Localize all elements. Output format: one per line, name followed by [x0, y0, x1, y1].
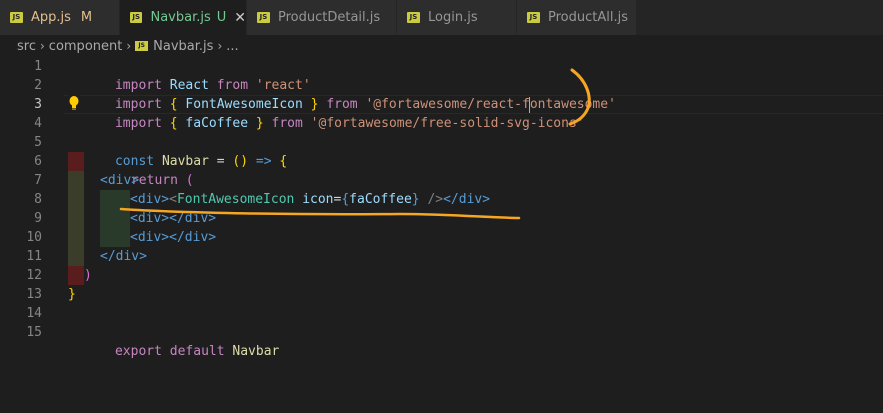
brace: } — [411, 192, 420, 207]
js-file-icon: JS — [257, 12, 270, 23]
breadcrumb: src › component › JS Navbar.js › ... — [0, 35, 883, 57]
jsx-bracket: /> — [419, 192, 444, 207]
code-line-7: 7 <div> — [0, 171, 883, 190]
js-file-icon: JS — [527, 12, 540, 23]
line-number: 15 — [26, 325, 42, 340]
line-number: 4 — [34, 116, 42, 131]
code-line-15: 15 export default Navbar — [0, 323, 883, 359]
code-line-2: 2 import { FontAwesomeIcon } from '@fort… — [0, 76, 883, 112]
jsx-tag: <div></div> — [130, 211, 217, 226]
line-number: 13 — [26, 287, 42, 302]
code-line-8: 8 <div><FontAwesomeIcon icon={faCoffee} … — [0, 190, 883, 209]
line-number: 14 — [26, 306, 42, 321]
close-icon[interactable]: ✕ — [234, 10, 246, 26]
tab-label: Login.js — [428, 10, 478, 25]
line-number: 9 — [34, 211, 42, 226]
code-line-9: 9 <div></div> — [0, 209, 883, 228]
keyword: default — [169, 344, 225, 359]
text-cursor — [529, 97, 530, 113]
brace: } — [68, 287, 76, 302]
chevron-right-icon: › — [39, 39, 45, 53]
breadcrumb-src[interactable]: src — [17, 39, 36, 54]
jsx-tag: <div> — [130, 192, 170, 207]
code-line-6: 6 return ( — [0, 152, 883, 188]
tab-status: U — [216, 10, 227, 25]
code-line-5: 5 const Navbar = () => { — [0, 133, 883, 169]
brace: { — [341, 192, 350, 207]
code-line-4: 4 — [0, 114, 883, 133]
code-line-3: 3 import { faCoffee } from '@fortawesome… — [0, 95, 883, 131]
line-number: 7 — [34, 173, 42, 188]
jsx-tag: <div></div> — [130, 230, 217, 245]
js-file-icon: JS — [10, 12, 23, 23]
tab-label: ProductDetail.js — [278, 10, 381, 25]
tab-label: ProductAll.js — [548, 10, 628, 25]
code-editor[interactable]: 1 import React from 'react' 2 import { F… — [0, 57, 883, 413]
line-number: 6 — [34, 154, 42, 169]
chevron-right-icon: › — [126, 39, 132, 53]
line-number: 10 — [26, 230, 42, 245]
tab-productdetail-js[interactable]: JS ProductDetail.js — [247, 0, 397, 35]
tab-productall-js[interactable]: JS ProductAll.js — [517, 0, 637, 35]
line-number: 3 — [34, 97, 42, 112]
js-file-icon: JS — [407, 12, 420, 23]
line-number: 8 — [34, 192, 42, 207]
tab-status: M — [80, 10, 93, 25]
line-number: 12 — [26, 268, 42, 283]
breadcrumb-file[interactable]: Navbar.js — [153, 39, 213, 54]
identifier: Navbar — [232, 344, 280, 359]
identifier: faCoffee — [349, 192, 412, 207]
code-line-10: 10 <div></div> — [0, 228, 883, 247]
jsx-tag: </div> — [443, 192, 491, 207]
paren: ) — [84, 268, 92, 283]
line-number: 5 — [34, 135, 42, 150]
tab-label: App.js — [31, 10, 71, 25]
js-file-icon: JS — [135, 41, 149, 51]
line-number: 1 — [34, 59, 42, 74]
chevron-right-icon: › — [217, 39, 223, 53]
code-line-11: 11 </div> — [0, 247, 883, 266]
tab-app-js[interactable]: JS App.js M — [0, 0, 120, 35]
code-line-1: 1 import React from 'react' — [0, 57, 883, 93]
breadcrumb-component[interactable]: component — [49, 39, 123, 54]
line-number: 2 — [34, 78, 42, 93]
attribute-name: icon — [302, 192, 334, 207]
js-file-icon: JS — [130, 12, 143, 23]
code-line-13: 13 } — [0, 285, 883, 304]
tab-login-js[interactable]: JS Login.js — [397, 0, 517, 35]
breadcrumb-more[interactable]: ... — [226, 39, 238, 54]
line-number: 11 — [26, 249, 42, 264]
code-line-12: 12 ) — [0, 266, 883, 285]
code-line-14: 14 — [0, 304, 883, 323]
jsx-tag: <div> — [100, 173, 140, 188]
component-name: FontAwesomeIcon — [176, 192, 295, 207]
tab-navbar-js[interactable]: JS Navbar.js U ✕ — [120, 0, 247, 35]
keyword: export — [114, 344, 162, 359]
tab-label: Navbar.js — [150, 10, 211, 25]
tab-bar: JS App.js M JS Navbar.js U ✕ JS ProductD… — [0, 0, 883, 35]
jsx-bracket: < — [169, 192, 177, 207]
jsx-tag: </div> — [100, 249, 147, 264]
